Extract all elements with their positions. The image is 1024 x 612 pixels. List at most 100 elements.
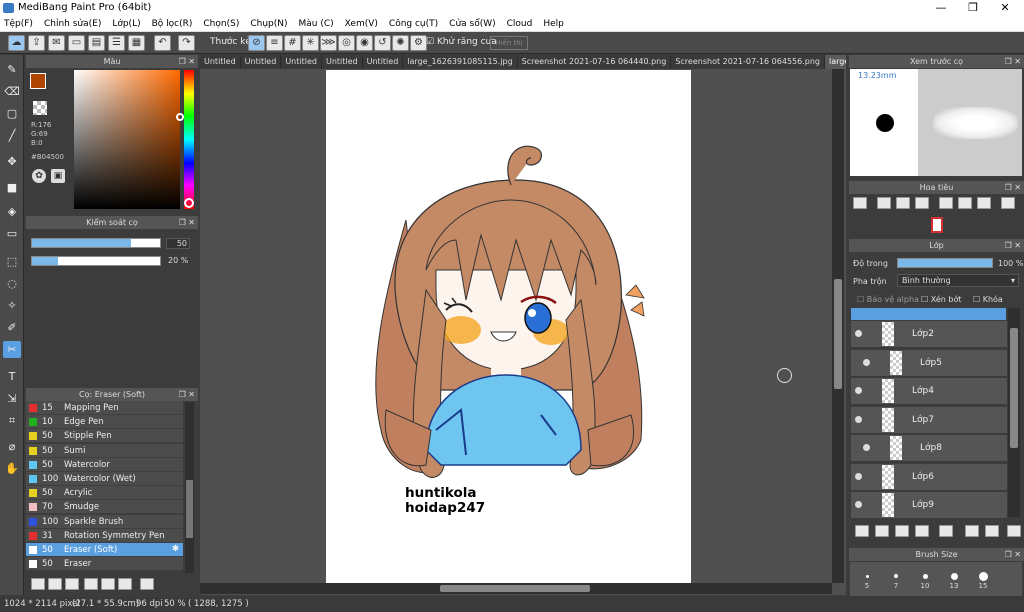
tab[interactable]: Untitled bbox=[322, 55, 363, 69]
layer-folder-icon[interactable] bbox=[939, 525, 953, 537]
panel-divide-icon[interactable]: ⌗ bbox=[3, 412, 21, 429]
tab-active[interactable]: large_1626329109982.jpg bbox=[825, 55, 846, 69]
duplicate-brush-icon[interactable] bbox=[118, 578, 132, 590]
duplicate-layer-icon[interactable] bbox=[965, 525, 979, 537]
brush-size-slider[interactable] bbox=[31, 238, 161, 248]
rotate-left-icon[interactable] bbox=[939, 197, 953, 209]
select-rect-icon[interactable]: ⬚ bbox=[3, 253, 21, 270]
brush-tool-icon[interactable]: ✎ bbox=[3, 61, 21, 78]
brush-item[interactable]: 31 Rotation Symmetry Pen bbox=[26, 528, 183, 543]
canvas-vscroll[interactable] bbox=[832, 69, 844, 583]
delete-layer-icon[interactable] bbox=[1007, 525, 1021, 537]
new-brush-icon[interactable] bbox=[48, 578, 62, 590]
menu-filter[interactable]: Bộ lọc(R) bbox=[152, 19, 193, 29]
grid-ruler-icon[interactable]: # bbox=[284, 35, 301, 51]
tab[interactable]: Untitled bbox=[241, 55, 282, 69]
menu-cloud[interactable]: Cloud bbox=[507, 19, 533, 29]
canvas-hscroll[interactable] bbox=[200, 583, 832, 594]
new-halftone-layer-icon[interactable] bbox=[875, 525, 889, 537]
brush-item[interactable]: 100 Sparkle Brush bbox=[26, 514, 183, 529]
move-tool-icon[interactable]: ✥ bbox=[3, 153, 21, 170]
circle-ruler-icon[interactable]: ◎ bbox=[338, 35, 355, 51]
brush-size-option[interactable]: 5 bbox=[854, 564, 880, 594]
lock-checkbox[interactable]: ☐ Khóa bbox=[973, 295, 1003, 304]
canvas-area[interactable]: Untitled Untitled Untitled Untitled Unti… bbox=[200, 55, 846, 595]
palette-icon[interactable]: ✿ bbox=[32, 169, 46, 183]
eye-icon[interactable] bbox=[863, 444, 870, 451]
menu-window[interactable]: Cửa sổ(W) bbox=[449, 19, 495, 29]
tab[interactable]: Screenshot 2021-07-16 064440.png bbox=[518, 55, 672, 69]
merge-layer-icon[interactable] bbox=[985, 525, 999, 537]
layer-row[interactable]: Lớp8 bbox=[851, 435, 1007, 462]
brush-item[interactable]: 50 Stipple Pen bbox=[26, 429, 183, 444]
curve-ruler-icon[interactable]: ↺ bbox=[374, 35, 391, 51]
rotate-right-icon[interactable] bbox=[1001, 197, 1015, 209]
layer-row[interactable]: Lớp4 bbox=[851, 378, 1007, 405]
tab[interactable]: Untitled bbox=[363, 55, 404, 69]
magic-wand-icon[interactable]: ✧ bbox=[3, 297, 21, 314]
menu-view[interactable]: Xem(V) bbox=[345, 19, 378, 29]
hue-slider[interactable] bbox=[184, 70, 194, 209]
edit-brush-icon[interactable] bbox=[84, 578, 98, 590]
zoom-out-icon[interactable] bbox=[915, 197, 929, 209]
maximize-button[interactable]: ❐ bbox=[958, 1, 988, 14]
hand-tool-icon[interactable]: ✋ bbox=[3, 460, 21, 477]
menu-select[interactable]: Chọn(S) bbox=[203, 19, 239, 29]
select-pen-icon[interactable]: ✐ bbox=[3, 319, 21, 336]
brush-size-option[interactable]: 13 bbox=[941, 564, 967, 594]
brush-item[interactable]: 70 Smudge bbox=[26, 500, 183, 515]
eye-icon[interactable] bbox=[855, 501, 862, 508]
select-eraser-icon[interactable]: ✂ bbox=[3, 341, 21, 358]
antialias-checkbox[interactable]: ☑ Khử răng cưa bbox=[426, 37, 497, 47]
brush-size-value[interactable]: 50 bbox=[166, 238, 190, 249]
symmetry-icon[interactable]: ✺ bbox=[392, 35, 409, 51]
perspective-icon[interactable]: ✳ bbox=[302, 35, 319, 51]
protect-alpha-checkbox[interactable]: ☐ Bảo vệ alpha bbox=[857, 295, 919, 304]
bucket-tool-icon[interactable]: ◈ bbox=[3, 203, 21, 220]
brush-item[interactable]: 100 Watercolor (Wet) bbox=[26, 472, 183, 486]
tab[interactable]: large_1626391085115.jpg bbox=[403, 55, 518, 69]
eye-icon[interactable] bbox=[863, 358, 870, 366]
menu-help[interactable]: Help bbox=[543, 19, 564, 29]
transparent-swatch[interactable] bbox=[33, 101, 47, 115]
brush-settings-icon[interactable]: ✱ bbox=[172, 544, 179, 554]
color-set-icon[interactable]: ▣ bbox=[51, 169, 65, 183]
brush-opacity-value[interactable]: 20 % bbox=[168, 256, 188, 265]
tab[interactable]: Untitled bbox=[281, 55, 322, 69]
eraser-tool-icon[interactable]: ⌫ bbox=[3, 83, 21, 100]
navigator-thumbnail[interactable] bbox=[931, 217, 943, 233]
tab[interactable]: Untitled bbox=[200, 55, 241, 69]
brush-list-scrollbar[interactable] bbox=[185, 402, 194, 578]
brush-item[interactable]: 15 Mapping Pen bbox=[26, 401, 183, 415]
foreground-color-swatch[interactable] bbox=[30, 73, 46, 89]
brush-size-option[interactable]: 7 bbox=[883, 564, 909, 594]
cloud-icon[interactable]: ☁ bbox=[8, 35, 25, 51]
fit-icon[interactable] bbox=[896, 197, 910, 209]
brush-item[interactable]: 50 Acrylic bbox=[26, 486, 183, 501]
gradient-tool-icon[interactable]: ▭ bbox=[3, 225, 21, 242]
layer-row[interactable]: Lớp7 bbox=[851, 406, 1007, 434]
undo-icon[interactable]: ↶ bbox=[154, 35, 171, 51]
selected-layer-strip[interactable] bbox=[851, 308, 1006, 320]
flip-icon[interactable] bbox=[977, 197, 991, 209]
menu-layer[interactable]: Lớp(L) bbox=[112, 19, 140, 29]
eye-icon[interactable] bbox=[855, 387, 862, 394]
brush-item[interactable]: 50 Watercolor bbox=[26, 457, 183, 472]
folder-icon[interactable] bbox=[101, 578, 115, 590]
eye-icon[interactable] bbox=[855, 472, 862, 480]
clipping-checkbox[interactable]: ☐ Xén bớt bbox=[921, 295, 961, 304]
layer-row[interactable]: Lớp2 bbox=[851, 321, 1007, 348]
hue-handle[interactable] bbox=[184, 198, 194, 208]
concentric-icon[interactable]: ◉ bbox=[356, 35, 373, 51]
vanishing-icon[interactable]: ⋙ bbox=[320, 35, 337, 51]
eye-icon[interactable] bbox=[855, 415, 862, 423]
settings-icon[interactable]: ⚙ bbox=[410, 35, 427, 51]
layer-opacity-value[interactable]: 100 % bbox=[998, 259, 1023, 268]
list-icon[interactable]: ☰ bbox=[108, 35, 125, 51]
brush-item[interactable]: 50 Eraser (Soft) ✱ bbox=[26, 543, 183, 557]
menu-tools[interactable]: Công cụ(T) bbox=[389, 19, 438, 29]
saturation-picker[interactable] bbox=[74, 70, 184, 209]
line-tool-icon[interactable]: ╱ bbox=[3, 127, 21, 144]
upload-icon[interactable]: ⇪ bbox=[28, 35, 45, 51]
parallel-ruler-icon[interactable]: ≡ bbox=[266, 35, 283, 51]
